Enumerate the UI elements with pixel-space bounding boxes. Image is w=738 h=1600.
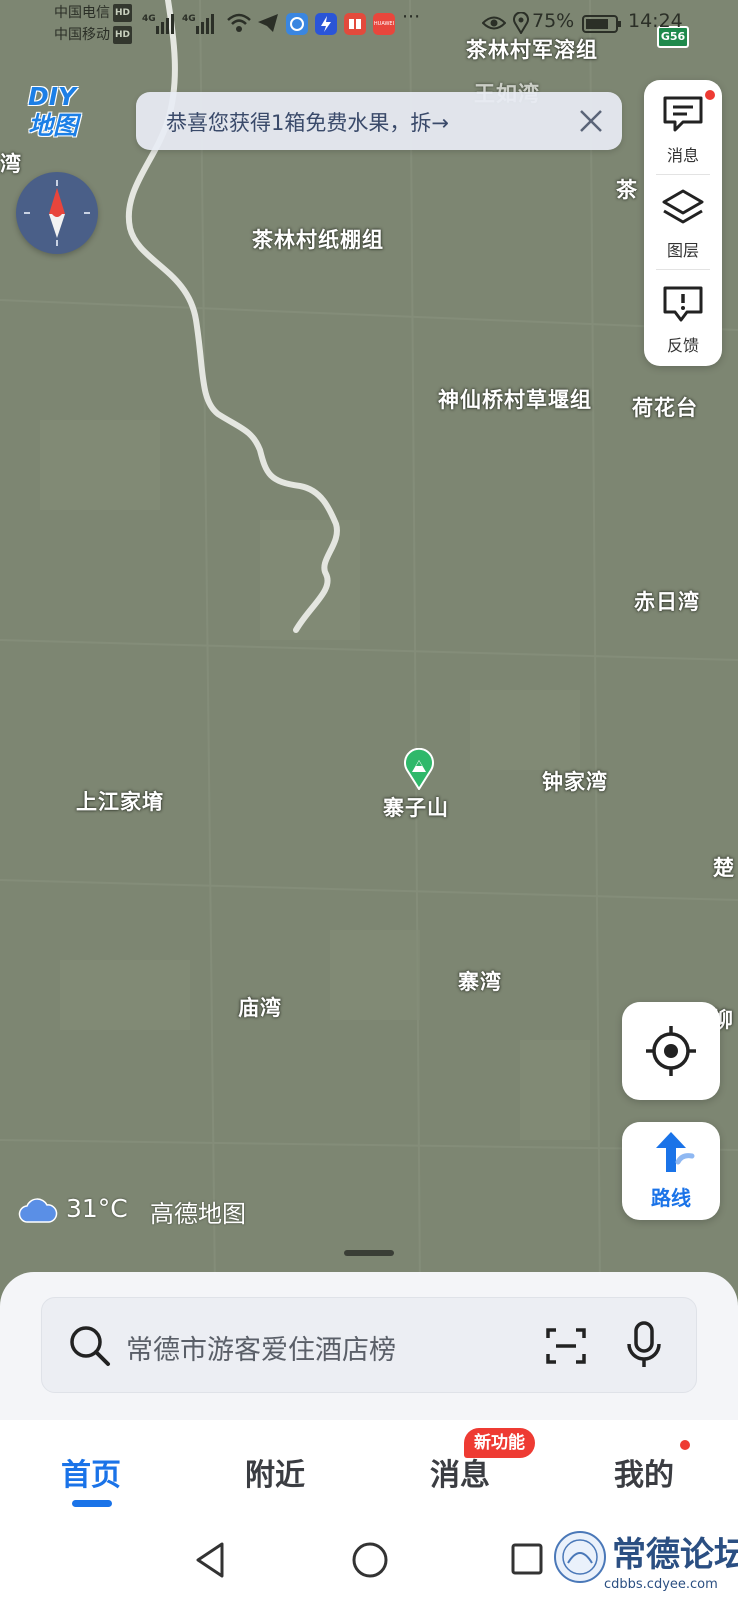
new-feature-badge: 新功能	[464, 1428, 535, 1458]
place-label[interactable]: 荷花台	[632, 392, 698, 422]
microphone-icon[interactable]	[624, 1320, 664, 1370]
huawei-app-icon: HUAWEI	[373, 13, 395, 35]
back-icon[interactable]	[192, 1540, 232, 1580]
place-label[interactable]: 上江家堉	[76, 786, 164, 816]
battery-icon	[582, 15, 621, 33]
place-label[interactable]: 神仙桥村草堰组	[438, 384, 592, 414]
poi-mountain-pin[interactable]	[402, 747, 436, 791]
promo-banner-text[interactable]: 恭喜您获得1箱免费水果，拆→	[166, 107, 449, 137]
layers-icon	[662, 189, 704, 224]
signal-icon: 4G 4G	[142, 14, 214, 34]
layers-tool-button[interactable]: 图层	[644, 175, 722, 270]
tab-bar: 首页 附近 消息 新功能 我的	[0, 1420, 738, 1520]
route-button[interactable]: 路线	[622, 1122, 720, 1220]
feedback-icon	[663, 286, 703, 322]
tab-nearby[interactable]: 附近	[245, 1450, 305, 1494]
clock: 14:24	[628, 10, 683, 32]
browser-app-icon	[286, 13, 308, 35]
mountain-icon	[404, 747, 434, 791]
home-icon[interactable]	[350, 1540, 390, 1580]
route-arrow-icon	[656, 1132, 695, 1172]
place-label[interactable]: 钟家湾	[542, 766, 608, 796]
message-icon	[663, 96, 703, 132]
scan-icon[interactable]	[544, 1324, 588, 1368]
place-label[interactable]: 茶林村纸棚组	[252, 224, 384, 254]
tab-active-indicator	[72, 1500, 112, 1507]
feedback-tool-label: 反馈	[666, 336, 699, 355]
svg-text:4G: 4G	[182, 14, 196, 24]
lightning-app-icon	[315, 13, 337, 35]
notification-dot	[705, 90, 715, 100]
hd-badge: HD	[113, 26, 133, 44]
forum-watermark: 常德论坛 cdbbs.cdyee.com	[550, 1525, 738, 1600]
telegram-icon	[258, 14, 278, 32]
diy-map-logo[interactable]: DIY 地图	[28, 82, 88, 142]
forum-logo-icon	[554, 1531, 606, 1583]
map-tools-panel: 消息 图层 反馈	[644, 80, 722, 366]
sheet-drag-handle[interactable]	[344, 1250, 394, 1256]
place-label[interactable]: 寨湾	[458, 966, 502, 996]
hd-badge: HD	[113, 4, 133, 22]
svg-text:4G: 4G	[142, 14, 156, 24]
battery-percent: 75%	[532, 10, 575, 32]
layers-tool-label: 图层	[666, 241, 699, 260]
place-label[interactable]: 茶	[616, 174, 638, 204]
wifi-icon	[227, 13, 251, 32]
status-bar: 中国电信 HD 中国移动 HD 4G 4G HUAWEI ··· 75% 14:24	[0, 0, 738, 48]
search-icon	[70, 1326, 110, 1366]
message-tool-label: 消息	[666, 146, 699, 165]
forum-watermark-title: 常德论坛	[612, 1535, 738, 1575]
book-app-icon	[344, 13, 366, 35]
diy-logo-subtext: 地图	[28, 111, 79, 140]
close-icon[interactable]	[578, 108, 604, 134]
message-tool-button[interactable]: 消息	[644, 80, 722, 175]
locate-button[interactable]	[622, 1002, 720, 1100]
tab-home[interactable]: 首页	[61, 1450, 121, 1494]
search-bar[interactable]: 常德市游客爱住酒店榜	[41, 1297, 697, 1393]
crosshair-icon	[646, 1026, 696, 1076]
search-input[interactable]: 常德市游客爱住酒店榜	[126, 1328, 396, 1367]
diy-logo-text: DIY	[28, 82, 77, 111]
feedback-tool-button[interactable]: 反馈	[644, 270, 722, 365]
forum-watermark-url: cdbbs.cdyee.com	[604, 1577, 718, 1592]
location-icon	[513, 12, 529, 34]
carrier-name: 中国电信	[54, 5, 110, 21]
tab-mine[interactable]: 我的	[614, 1450, 674, 1494]
place-label[interactable]: 庙湾	[238, 992, 282, 1022]
recents-icon[interactable]	[508, 1540, 548, 1580]
carrier-mobile: 中国移动 HD	[54, 26, 133, 44]
amap-brand: 高德地图	[150, 1200, 246, 1228]
eye-icon	[482, 16, 506, 30]
promo-banner[interactable]: 恭喜您获得1箱免费水果，拆→	[136, 92, 622, 150]
notification-dot	[680, 1440, 690, 1450]
carrier-name: 中国移动	[54, 27, 110, 43]
more-icon: ···	[402, 6, 421, 28]
compass-icon	[24, 180, 90, 246]
temperature: 31°C	[66, 1194, 128, 1223]
poi-label[interactable]: 寨子山	[383, 792, 449, 822]
carrier-telecom: 中国电信 HD	[54, 4, 133, 22]
place-label[interactable]: 赤日湾	[634, 586, 700, 616]
compass-button[interactable]	[16, 172, 98, 254]
cloud-icon	[18, 1198, 58, 1223]
route-label: 路线	[651, 1186, 691, 1210]
place-label[interactable]: 楚	[713, 852, 735, 882]
